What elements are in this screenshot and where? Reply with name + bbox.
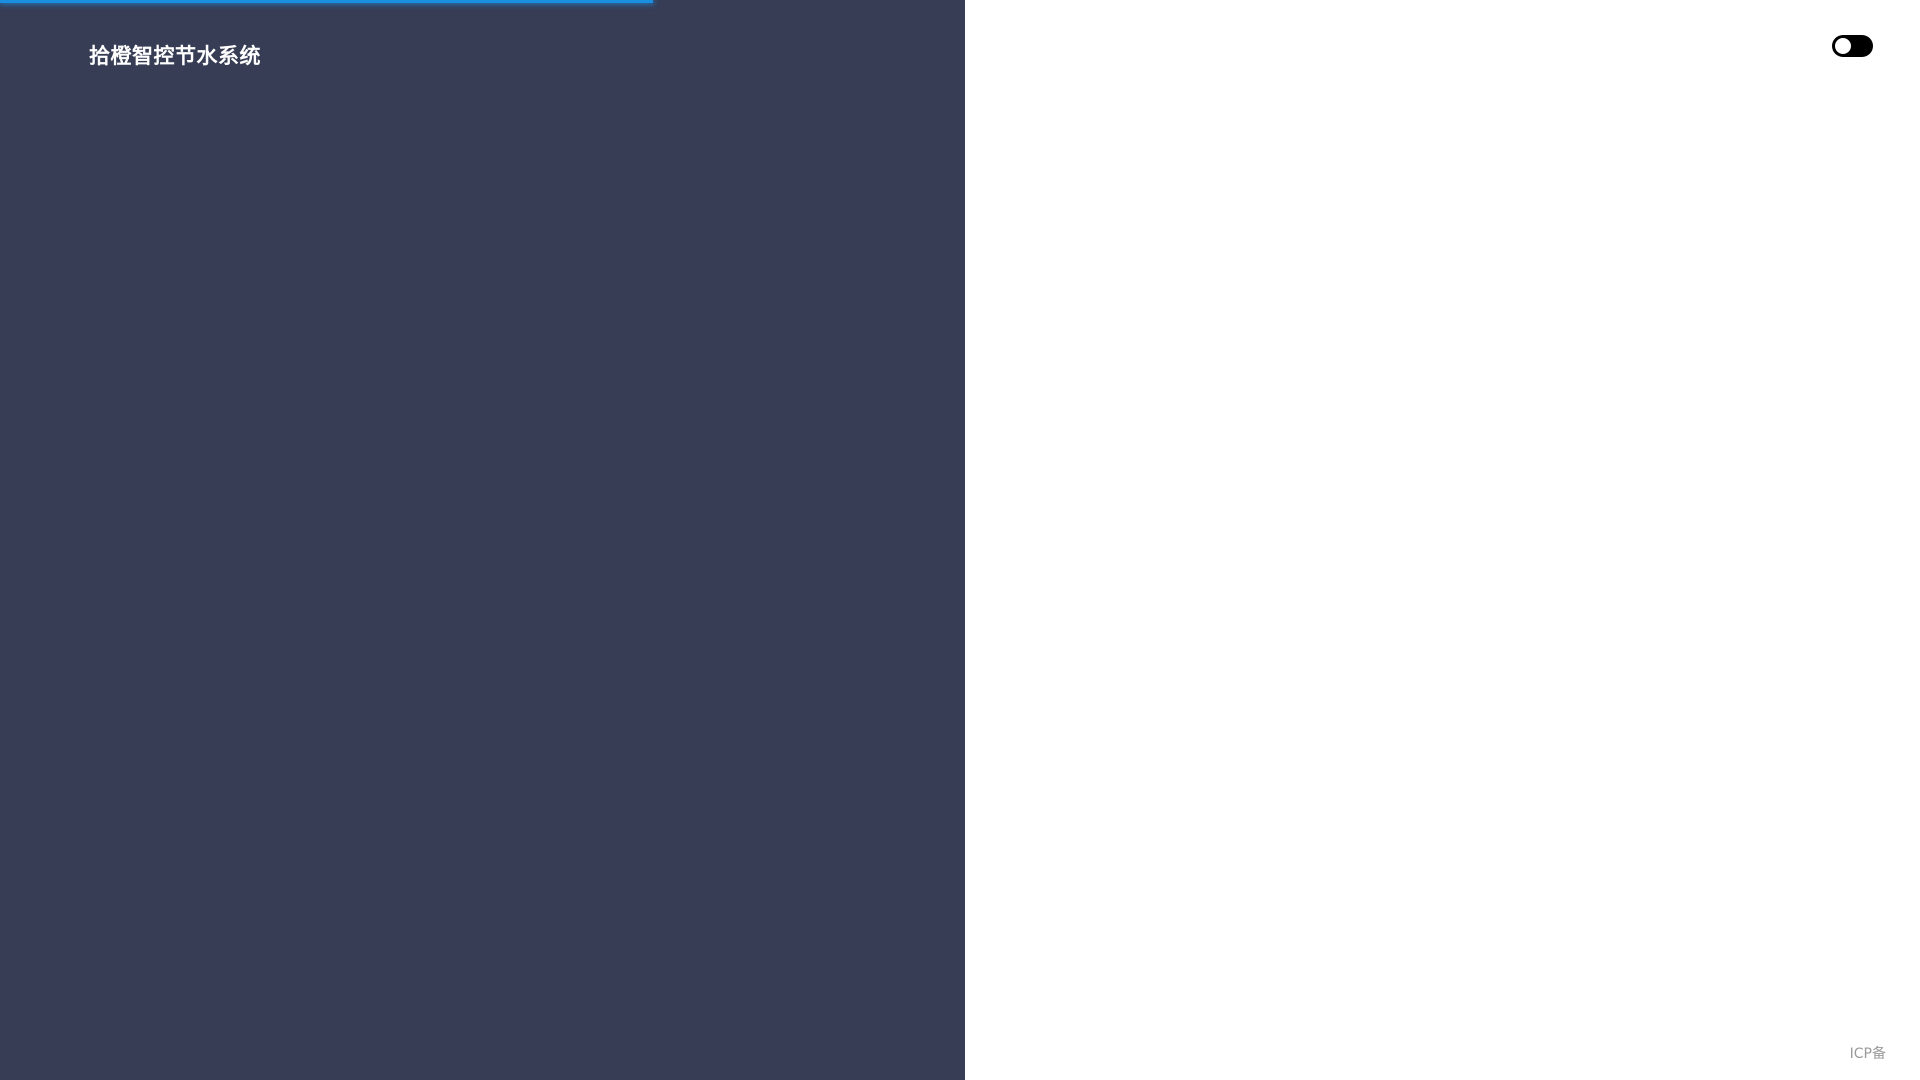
login-page: 拾橙智控节水系统 ICP备 — [0, 0, 1920, 1080]
toggle-knob — [1835, 38, 1851, 54]
app-title: 拾橙智控节水系统 — [89, 44, 261, 68]
brand-panel: 拾橙智控节水系统 — [0, 0, 965, 1080]
page-loading-progress-bar — [0, 0, 653, 3]
theme-toggle-switch[interactable] — [1832, 35, 1873, 57]
icp-record-link[interactable]: ICP备 — [1850, 1043, 1886, 1063]
content-panel — [965, 0, 1920, 1080]
